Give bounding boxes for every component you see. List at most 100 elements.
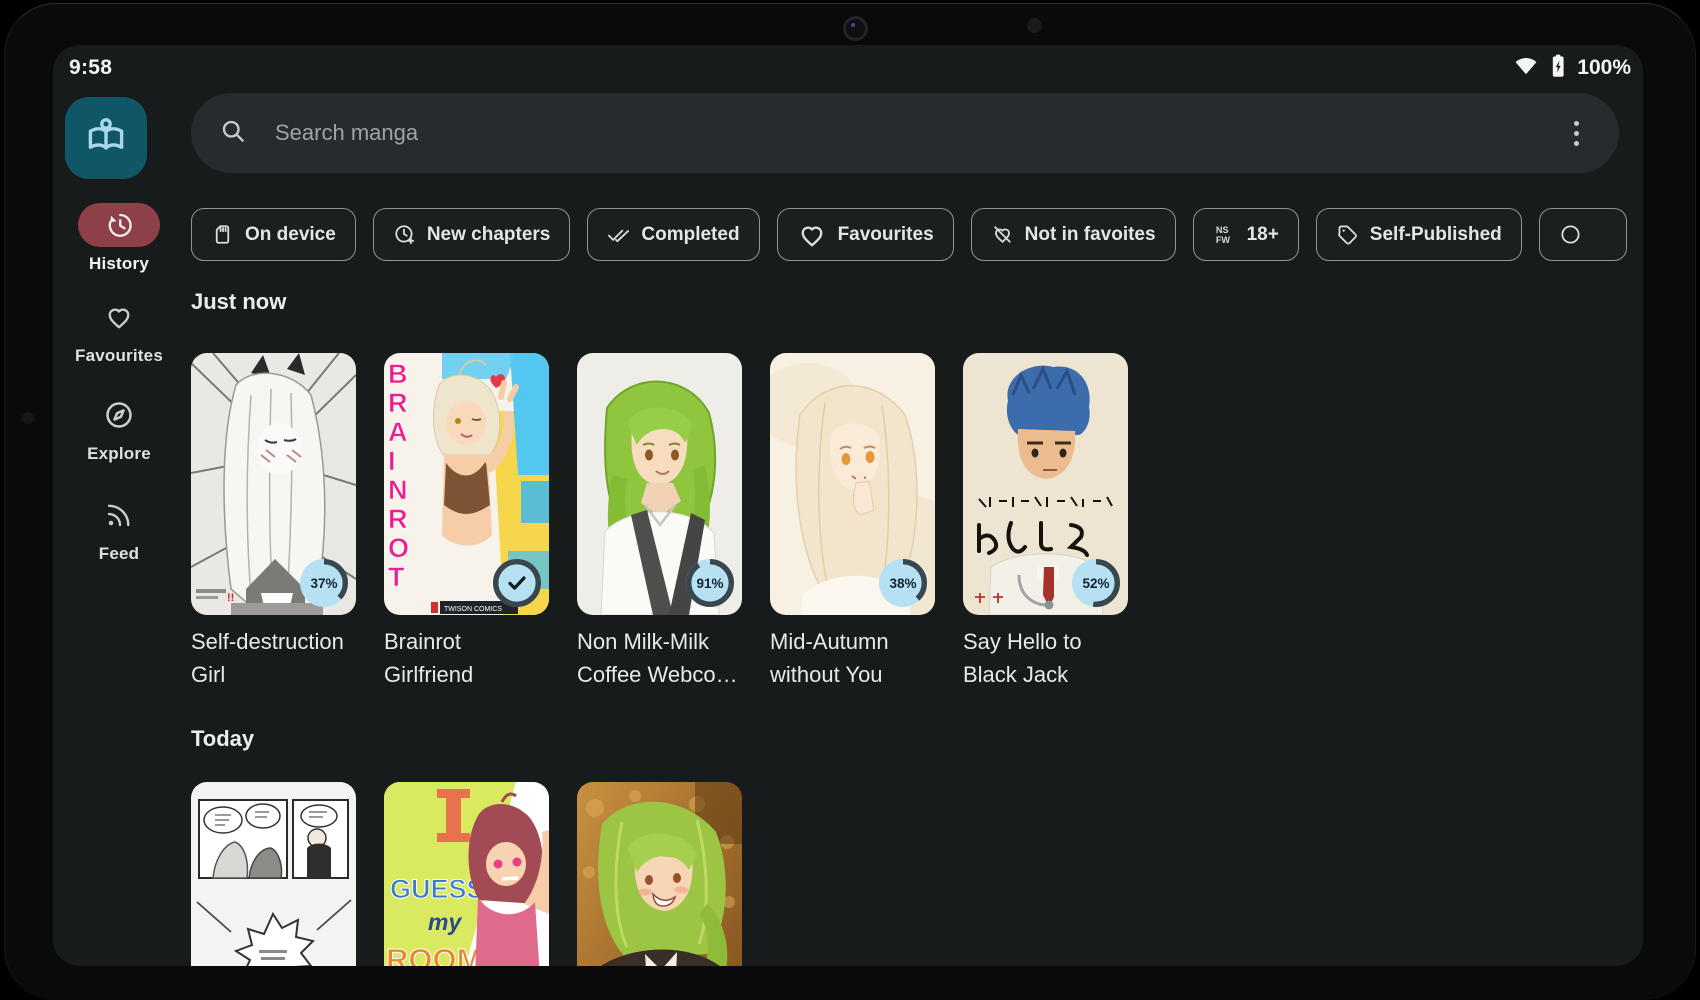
search-icon (219, 117, 247, 150)
manga-title-line1: Self-destruction (191, 625, 356, 658)
search-bar[interactable] (191, 93, 1619, 173)
filter-chip-row: On device New chapters Completed Favourites… (191, 208, 1643, 261)
circle-icon (1559, 223, 1582, 246)
manga-title-line2: Girlfriend (384, 658, 549, 691)
filter-chip-label: Self-Published (1370, 224, 1502, 246)
svg-text:GUESS: GUESS (390, 874, 485, 904)
cover-art-bw-comic-page (191, 782, 356, 966)
nav-item-label: History (53, 254, 185, 274)
manga-cover: BRAINROT TWISON COMICS (384, 353, 549, 615)
manga-card[interactable] (577, 782, 742, 966)
svg-text:TWISON COMICS: TWISON COMICS (444, 606, 502, 613)
manga-title-line2: Coffee Webco… (577, 658, 742, 691)
card-row: !! 37% Self-destructionGirl BRAINROT TWIS… (191, 353, 1643, 691)
app-logo-button[interactable] (65, 97, 147, 179)
nav-item-explore[interactable]: Explore (53, 393, 185, 464)
section-header: Just now (191, 287, 1643, 317)
read-progress-value: 38% (889, 576, 916, 591)
clock-plus-icon (393, 223, 416, 246)
compass-icon (78, 393, 160, 437)
read-progress-value: 37% (310, 576, 337, 591)
read-progress-value: 91% (696, 576, 723, 591)
nav-item-label: Feed (53, 544, 185, 564)
manga-title: Non Milk-MilkCoffee Webco… (577, 625, 742, 691)
main-content: On device New chapters Completed Favourites… (191, 93, 1643, 966)
svg-text:B: B (388, 359, 408, 389)
battery-charging-icon (1546, 53, 1570, 84)
history-sections: Just now !! 37% Self-destructionGirl BRAI… (191, 287, 1643, 966)
manga-cover: GUESS my ROOM MATE (384, 782, 549, 966)
filter-chip-label: On device (245, 224, 336, 246)
svg-text:O: O (388, 533, 409, 563)
read-progress-value: 52% (1082, 576, 1109, 591)
side-camera-icon (22, 412, 34, 424)
manga-title-line1: Mid-Autumn (770, 625, 935, 658)
history-icon (78, 203, 160, 247)
nsfw-icon: NSFW (1213, 223, 1236, 246)
manga-title-line1: Non Milk-Milk (577, 625, 742, 658)
navigation-rail: History Favourites Explore Feed (53, 45, 185, 966)
nav-item-favourites[interactable]: Favourites (53, 295, 185, 366)
manga-card[interactable]: 52% Say Hello toBlack Jack (963, 353, 1128, 691)
section-header: Today (191, 724, 1643, 754)
heart-icon (78, 295, 160, 339)
filter-chip-favourites[interactable]: Favourites (777, 208, 954, 261)
read-progress-badge: 91% (686, 559, 734, 607)
filter-chip-completed[interactable]: Completed (587, 208, 759, 261)
manga-title-line1: Say Hello to (963, 625, 1128, 658)
sd-card-icon (211, 223, 234, 246)
manga-cover (577, 782, 742, 966)
manga-card[interactable]: 38% Mid-Autumnwithout You (770, 353, 935, 691)
tag-icon (1336, 223, 1359, 246)
manga-title: Self-destructionGirl (191, 625, 356, 691)
filter-chip-18-[interactable]: NSFW 18+ (1193, 208, 1299, 261)
manga-card[interactable]: GUESS my ROOM MATE (384, 782, 549, 966)
manga-title-line2: without You (770, 658, 935, 691)
kebab-menu-icon[interactable] (1561, 117, 1591, 150)
svg-text:!!: !! (227, 592, 234, 604)
svg-text:N: N (388, 475, 408, 505)
heart-off-icon (991, 223, 1014, 246)
manga-card[interactable]: 91% Non Milk-MilkCoffee Webco… (577, 353, 742, 691)
search-input[interactable] (273, 119, 1561, 147)
nav-item-feed[interactable]: Feed (53, 493, 185, 564)
manga-cover: 91% (577, 353, 742, 615)
battery-percent: 100% (1577, 56, 1631, 80)
filter-chip-label: Completed (641, 224, 739, 246)
svg-text:R: R (388, 388, 408, 418)
screen: 9:58 100% (53, 45, 1643, 966)
manga-card[interactable]: BRAINROT TWISON COMICS BrainrotGirlfrien… (384, 353, 549, 691)
status-bar: 9:58 100% (69, 51, 1631, 85)
light-sensor-icon (1027, 18, 1042, 33)
filter-chip-self-published[interactable]: Self-Published (1316, 208, 1522, 261)
manga-cover: 52% (963, 353, 1128, 615)
nav-item-label: Explore (53, 444, 185, 464)
manga-cover: !! 37% (191, 353, 356, 615)
manga-title-line2: Black Jack (963, 658, 1128, 691)
svg-text:T: T (388, 562, 405, 592)
manga-title-line2: Girl (191, 658, 356, 691)
nav-item-label: Favourites (53, 346, 185, 366)
rss-icon (78, 493, 160, 537)
filter-chip-new-chapters[interactable]: New chapters (373, 208, 571, 261)
svg-text:R: R (388, 504, 408, 534)
manga-title-line1: Brainrot (384, 625, 549, 658)
svg-text:I: I (388, 446, 396, 476)
filter-chip-not-in-favoites[interactable]: Not in favoites (971, 208, 1176, 261)
manga-title: Mid-Autumnwithout You (770, 625, 935, 691)
filter-chip-label: Not in favoites (1025, 224, 1156, 246)
nav-item-history[interactable]: History (53, 203, 185, 274)
manga-cover (191, 782, 356, 966)
filter-chip-label: 18+ (1247, 224, 1279, 246)
cover-art-green-hair-girl (577, 782, 742, 966)
heart-icon (797, 220, 827, 250)
manga-cover: 38% (770, 353, 935, 615)
manga-card[interactable] (191, 782, 356, 966)
svg-text:my: my (428, 909, 462, 935)
filter-chip-on-device[interactable]: On device (191, 208, 356, 261)
card-row: GUESS my ROOM MATE (191, 782, 1643, 966)
filter-chip-partial[interactable] (1539, 208, 1627, 261)
tablet-frame: 9:58 100% (4, 3, 1696, 1000)
filter-chip-label: Favourites (838, 224, 934, 246)
manga-card[interactable]: !! 37% Self-destructionGirl (191, 353, 356, 691)
